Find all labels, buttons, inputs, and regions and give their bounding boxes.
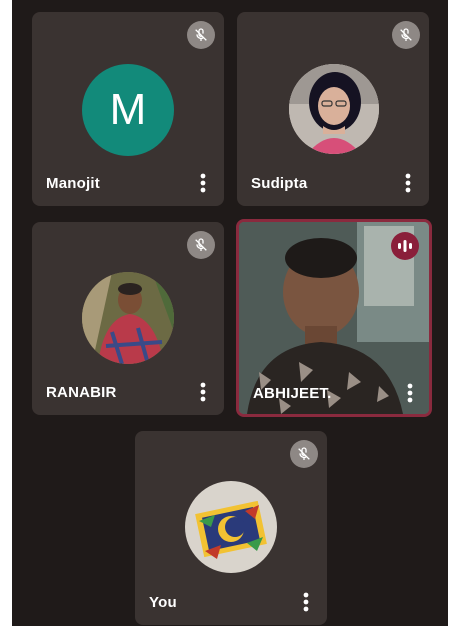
mic-off-icon (290, 440, 318, 468)
audio-level-icon (391, 232, 419, 260)
mic-off-icon (392, 21, 420, 49)
more-vertical-icon[interactable] (192, 170, 214, 196)
participant-tile-ranabir[interactable]: RANABIR (32, 222, 224, 415)
participant-tile-you[interactable]: You (135, 431, 327, 625)
mic-off-icon (187, 21, 215, 49)
participant-name: RANABIR (46, 384, 117, 401)
participant-name: You (149, 594, 177, 611)
avatar (289, 64, 379, 154)
more-vertical-icon[interactable] (399, 380, 421, 406)
more-vertical-icon[interactable] (397, 170, 419, 196)
avatar-letter: M (109, 85, 147, 134)
more-vertical-icon[interactable] (192, 379, 214, 405)
participant-tile-sudipta[interactable]: Sudipta (237, 12, 429, 206)
participant-tile-manojit[interactable]: M Manojit (32, 12, 224, 206)
participant-name: Sudipta (251, 175, 308, 192)
participant-tile-abhijeet[interactable]: ABHIJEET. (236, 219, 432, 417)
more-vertical-icon[interactable] (295, 589, 317, 615)
call-grid: M Manojit Sudipta RANABIR ABHIJEET. You (12, 0, 448, 626)
participant-name: ABHIJEET. (253, 385, 332, 402)
avatar: M (82, 64, 174, 156)
mic-off-icon (187, 231, 215, 259)
avatar (185, 481, 277, 573)
avatar (82, 272, 174, 364)
participant-name: Manojit (46, 175, 100, 192)
